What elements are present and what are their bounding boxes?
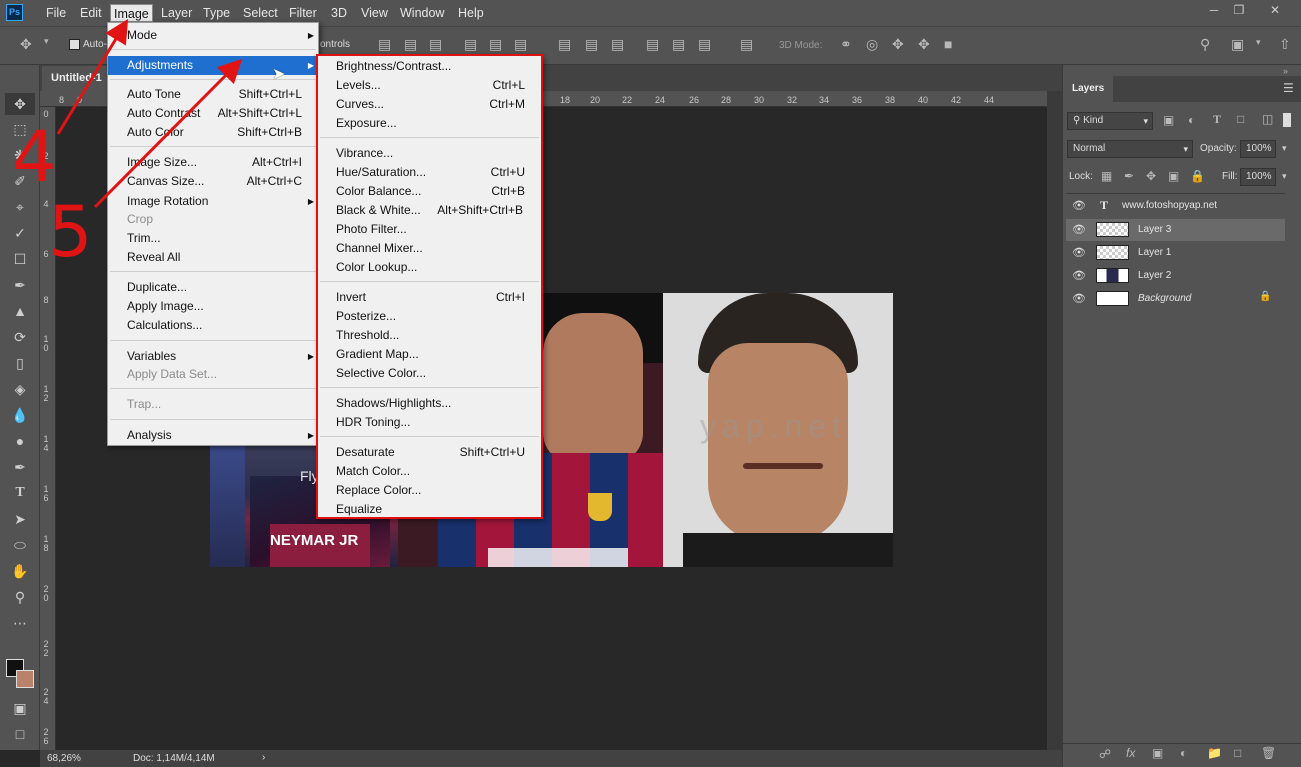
step-5-label: 5 [48,191,93,273]
step5-arrow [93,58,243,209]
step-4-label: 4 [12,116,57,198]
step4-arrow [56,18,129,135]
annotation-arrows [56,18,243,209]
